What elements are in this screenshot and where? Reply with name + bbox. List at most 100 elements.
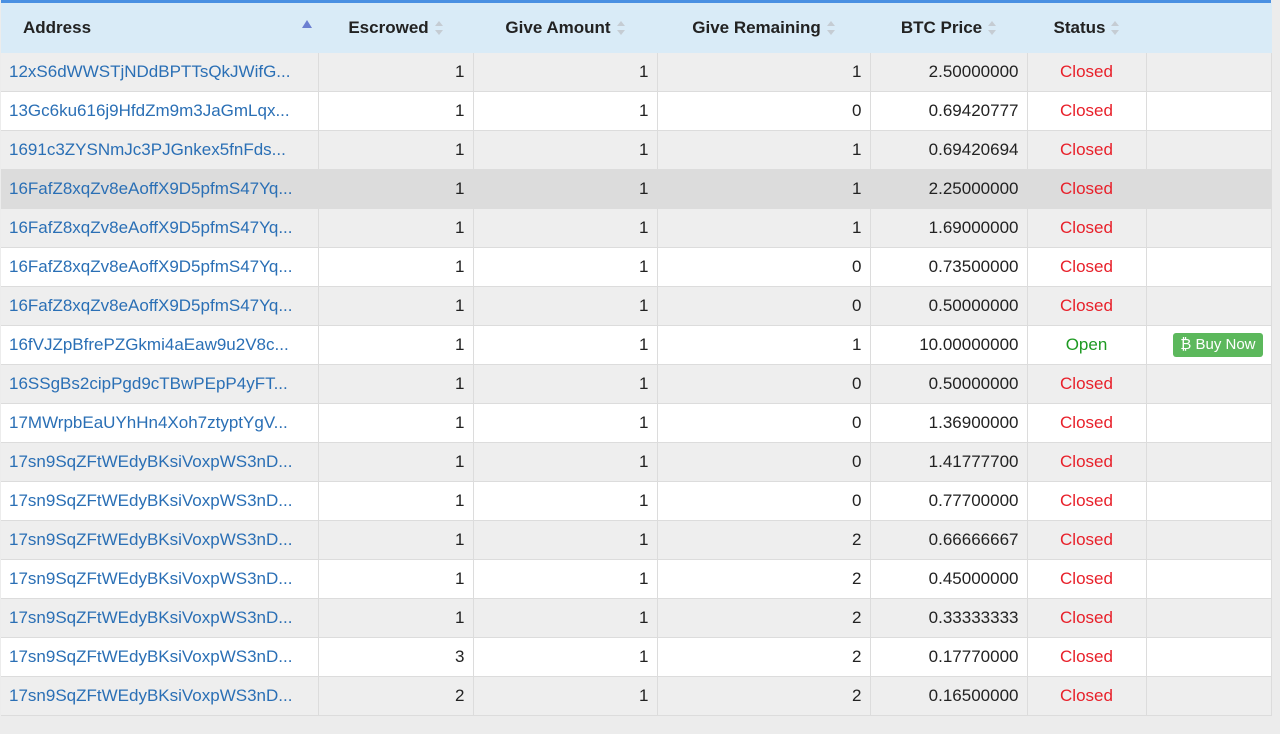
- action-cell: [1146, 364, 1272, 404]
- column-header-btc-price[interactable]: BTC Price: [870, 3, 1028, 53]
- address-link[interactable]: 17sn9SqZFtWEdyBKsiVoxpWS3nD...: [1, 598, 319, 638]
- escrowed-cell: 1: [318, 169, 474, 209]
- column-header-give-remaining[interactable]: Give Remaining: [657, 3, 871, 53]
- escrowed-cell: 1: [318, 364, 474, 404]
- table-row[interactable]: 16SSgBs2cipPgd9cTBwPEpP4yFT... 1 1 0 0.50000…: [1, 364, 1272, 404]
- action-cell: [1146, 169, 1272, 209]
- btc-price-cell: 1.69000000: [870, 208, 1028, 248]
- address-link[interactable]: 17sn9SqZFtWEdyBKsiVoxpWS3nD...: [1, 520, 319, 560]
- sort-icon: [616, 21, 625, 36]
- column-header-address[interactable]: Address: [1, 3, 319, 53]
- address-link[interactable]: 16SSgBs2cipPgd9cTBwPEpP4yFT...: [1, 364, 319, 404]
- action-cell: [1146, 559, 1272, 599]
- btc-price-cell: 0.69420777: [870, 91, 1028, 131]
- escrowed-cell: 3: [318, 637, 474, 677]
- address-link[interactable]: 16fVJZpBfrePZGkmi4aEaw9u2V8c...: [1, 325, 319, 365]
- table-row[interactable]: 1691c3ZYSNmJc3PJGnkex5fnFds... 1 1 1 0.69420…: [1, 130, 1272, 170]
- buy-now-button[interactable]: ₿ Buy Now: [1173, 333, 1263, 357]
- give-remaining-cell: 0: [657, 91, 871, 131]
- give-amount-cell: 1: [473, 442, 658, 482]
- table-row[interactable]: 17sn9SqZFtWEdyBKsiVoxpWS3nD... 1 1 0 1.41777…: [1, 442, 1272, 482]
- give-remaining-cell: 2: [657, 559, 871, 599]
- status-cell: Closed: [1027, 442, 1147, 482]
- address-link[interactable]: 17sn9SqZFtWEdyBKsiVoxpWS3nD...: [1, 676, 319, 716]
- orders-table-container: Address Escrowed Give Amount Give Remain…: [1, 0, 1272, 716]
- address-link[interactable]: 17MWrpbEaUYhHn4Xoh7ztyptYgV...: [1, 403, 319, 443]
- status-cell: Closed: [1027, 91, 1147, 131]
- escrowed-cell: 1: [318, 208, 474, 248]
- give-remaining-cell: 0: [657, 442, 871, 482]
- action-cell: [1146, 247, 1272, 287]
- table-row[interactable]: 16FafZ8xqZv8eAoffX9D5pfmS47Yq... 1 1 0 0.500…: [1, 286, 1272, 326]
- address-link[interactable]: 17sn9SqZFtWEdyBKsiVoxpWS3nD...: [1, 559, 319, 599]
- action-cell: [1146, 598, 1272, 638]
- give-amount-cell: 1: [473, 403, 658, 443]
- table-row[interactable]: 17sn9SqZFtWEdyBKsiVoxpWS3nD... 2 1 2 0.16500…: [1, 676, 1272, 716]
- action-cell: [1146, 481, 1272, 521]
- give-remaining-cell: 1: [657, 130, 871, 170]
- status-cell: Closed: [1027, 53, 1147, 92]
- address-link[interactable]: 1691c3ZYSNmJc3PJGnkex5fnFds...: [1, 130, 319, 170]
- table-row[interactable]: 16FafZ8xqZv8eAoffX9D5pfmS47Yq... 1 1 1 1.690…: [1, 208, 1272, 248]
- column-header-status[interactable]: Status: [1027, 3, 1147, 53]
- table-row[interactable]: 17sn9SqZFtWEdyBKsiVoxpWS3nD... 1 1 0 0.77700…: [1, 481, 1272, 521]
- escrowed-cell: 1: [318, 403, 474, 443]
- table-row[interactable]: 13Gc6ku616j9HfdZm9m3JaGmLqx... 1 1 0 0.69420…: [1, 91, 1272, 131]
- sort-icon: [1111, 21, 1120, 36]
- status-cell: Closed: [1027, 208, 1147, 248]
- table-row[interactable]: 17sn9SqZFtWEdyBKsiVoxpWS3nD... 1 1 2 0.66666…: [1, 520, 1272, 560]
- status-cell: Closed: [1027, 481, 1147, 521]
- table-row[interactable]: 17sn9SqZFtWEdyBKsiVoxpWS3nD... 3 1 2 0.17770…: [1, 637, 1272, 677]
- address-link[interactable]: 17sn9SqZFtWEdyBKsiVoxpWS3nD...: [1, 637, 319, 677]
- table-row[interactable]: 16fVJZpBfrePZGkmi4aEaw9u2V8c... 1 1 1 10.000…: [1, 325, 1272, 365]
- address-link[interactable]: 12xS6dWWSTjNDdBPTTsQkJWifG...: [1, 53, 319, 92]
- action-cell: [1146, 442, 1272, 482]
- action-cell: [1146, 286, 1272, 326]
- table-row[interactable]: 16FafZ8xqZv8eAoffX9D5pfmS47Yq... 1 1 0 0.735…: [1, 247, 1272, 287]
- column-header-escrowed[interactable]: Escrowed: [318, 3, 474, 53]
- give-amount-cell: 1: [473, 598, 658, 638]
- give-amount-cell: 1: [473, 169, 658, 209]
- give-remaining-cell: 2: [657, 637, 871, 677]
- address-link[interactable]: 17sn9SqZFtWEdyBKsiVoxpWS3nD...: [1, 481, 319, 521]
- address-link[interactable]: 16FafZ8xqZv8eAoffX9D5pfmS47Yq...: [1, 208, 319, 248]
- column-header-action: [1146, 3, 1272, 53]
- status-cell: Open: [1027, 325, 1147, 365]
- status-cell: Closed: [1027, 130, 1147, 170]
- give-amount-cell: 1: [473, 637, 658, 677]
- escrowed-cell: 1: [318, 559, 474, 599]
- action-cell: [1146, 91, 1272, 131]
- address-link[interactable]: 17sn9SqZFtWEdyBKsiVoxpWS3nD...: [1, 442, 319, 482]
- escrowed-cell: 1: [318, 130, 474, 170]
- column-header-label: Status: [1053, 18, 1106, 38]
- btc-price-cell: 2.50000000: [870, 53, 1028, 92]
- table-row[interactable]: 17sn9SqZFtWEdyBKsiVoxpWS3nD... 1 1 2 0.33333…: [1, 598, 1272, 638]
- status-cell: Closed: [1027, 559, 1147, 599]
- address-link[interactable]: 16FafZ8xqZv8eAoffX9D5pfmS47Yq...: [1, 286, 319, 326]
- action-cell: [1146, 208, 1272, 248]
- table-row[interactable]: 17sn9SqZFtWEdyBKsiVoxpWS3nD... 1 1 2 0.45000…: [1, 559, 1272, 599]
- give-remaining-cell: 0: [657, 481, 871, 521]
- status-cell: Closed: [1027, 364, 1147, 404]
- give-amount-cell: 1: [473, 325, 658, 365]
- column-header-give-amount[interactable]: Give Amount: [473, 3, 658, 53]
- table-row[interactable]: 17MWrpbEaUYhHn4Xoh7ztyptYgV... 1 1 0 1.36900…: [1, 403, 1272, 443]
- status-cell: Closed: [1027, 403, 1147, 443]
- escrowed-cell: 1: [318, 91, 474, 131]
- btc-price-cell: 0.69420694: [870, 130, 1028, 170]
- status-cell: Closed: [1027, 598, 1147, 638]
- table-row[interactable]: 12xS6dWWSTjNDdBPTTsQkJWifG... 1 1 1 2.500000…: [1, 53, 1272, 92]
- status-cell: Closed: [1027, 637, 1147, 677]
- give-remaining-cell: 1: [657, 325, 871, 365]
- column-header-label: Give Amount: [505, 18, 611, 38]
- table-header-row: Address Escrowed Give Amount Give Remain…: [1, 3, 1272, 53]
- action-cell: [1146, 520, 1272, 560]
- address-link[interactable]: 13Gc6ku616j9HfdZm9m3JaGmLqx...: [1, 91, 319, 131]
- action-cell: [1146, 676, 1272, 716]
- address-link[interactable]: 16FafZ8xqZv8eAoffX9D5pfmS47Yq...: [1, 247, 319, 287]
- give-remaining-cell: 2: [657, 676, 871, 716]
- table-row[interactable]: 16FafZ8xqZv8eAoffX9D5pfmS47Yq... 1 1 1 2.250…: [1, 169, 1272, 209]
- address-link[interactable]: 16FafZ8xqZv8eAoffX9D5pfmS47Yq...: [1, 169, 319, 209]
- give-remaining-cell: 0: [657, 247, 871, 287]
- btc-price-cell: 0.77700000: [870, 481, 1028, 521]
